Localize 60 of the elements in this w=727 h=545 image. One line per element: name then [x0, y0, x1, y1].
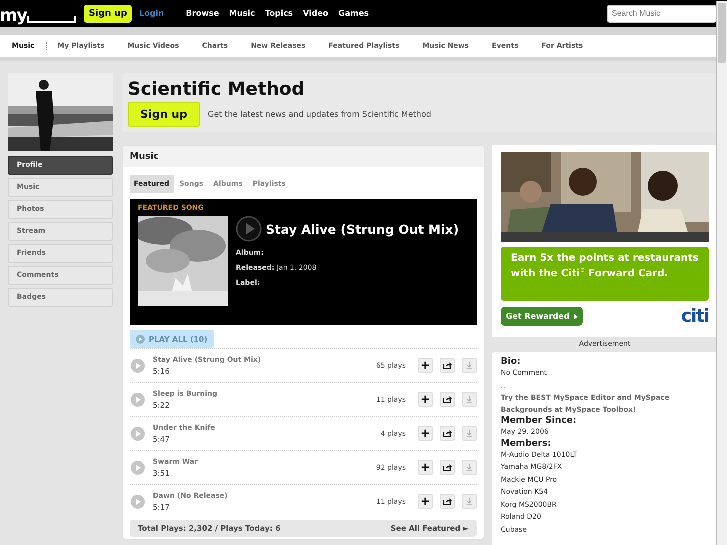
- logo[interactable]: my: [0, 2, 76, 24]
- share-icon: [443, 395, 452, 404]
- share-icon: [443, 361, 452, 370]
- share-button[interactable]: [440, 426, 455, 441]
- add-button[interactable]: [418, 460, 433, 475]
- download-icon: [465, 497, 474, 506]
- add-button[interactable]: [418, 494, 433, 509]
- download-button[interactable]: [462, 392, 477, 407]
- artist-name: Scientific Method: [128, 79, 306, 101]
- ad-headline: Earn 5x the points at restaurants with the Citi$^{®}$ Forward Card.: [501, 247, 709, 301]
- add-button[interactable]: [418, 426, 433, 441]
- play-icon[interactable]: [131, 494, 145, 508]
- play-icon[interactable]: [236, 216, 262, 242]
- plus-icon: [421, 429, 430, 438]
- signup-button[interactable]: Sign up: [128, 102, 200, 127]
- share-button[interactable]: [440, 460, 455, 475]
- bio-heading: Bio:: [501, 357, 522, 367]
- download-icon: [465, 395, 474, 404]
- share-icon: [443, 463, 452, 472]
- play-icon[interactable]: [131, 358, 145, 372]
- share-button[interactable]: [440, 392, 455, 407]
- plus-icon: [421, 463, 430, 472]
- plus-icon: [421, 497, 430, 506]
- download-button[interactable]: [462, 358, 477, 373]
- download-icon: [465, 361, 474, 370]
- plus-icon: [421, 395, 430, 404]
- download-icon: [465, 463, 474, 472]
- plus-icon: [421, 361, 430, 370]
- bio-heading: Member Since:: [501, 416, 578, 426]
- play-icon[interactable]: [131, 426, 145, 440]
- get-rewarded-button[interactable]: Get Rewarded: [501, 307, 583, 326]
- nav-link[interactable]: Music: [229, 9, 256, 18]
- download-button[interactable]: [462, 460, 477, 475]
- brand-logo: citi: [681, 306, 709, 327]
- panel-title: Music: [123, 146, 484, 167]
- search-field[interactable]: Search Music: [607, 4, 717, 22]
- login-link[interactable]: Login: [139, 9, 164, 18]
- share-icon: [443, 497, 452, 506]
- add-button[interactable]: [418, 358, 433, 373]
- signup-button[interactable]: Sign up: [84, 4, 132, 22]
- tagline: Get the latest news and updates from Scientific Method: [208, 110, 432, 119]
- nav-link[interactable]: Games: [338, 9, 370, 18]
- nav-link[interactable]: Video: [303, 9, 329, 18]
- share-button[interactable]: [440, 358, 455, 373]
- play-icon: [136, 334, 145, 344]
- nav-link[interactable]: Topics: [265, 9, 294, 18]
- nav-link[interactable]: Browse: [186, 9, 220, 18]
- share-icon: [443, 429, 452, 438]
- share-button[interactable]: [440, 494, 455, 509]
- play-icon[interactable]: [131, 392, 145, 406]
- download-icon: [465, 429, 474, 438]
- play-icon[interactable]: [131, 460, 145, 474]
- download-button[interactable]: [462, 426, 477, 441]
- song-title: Stay Alive (Strung Out Mix): [266, 222, 460, 236]
- bio-heading: Members:: [501, 438, 552, 448]
- scrollbar[interactable]: [716, 1, 727, 545]
- download-button[interactable]: [462, 494, 477, 509]
- arrow-icon: [574, 314, 578, 320]
- advertisement-banner[interactable]: Earn 5x the points at restaurants with the Citi$^{®}$ Forward Card. Get Rewarded citi: [492, 145, 718, 337]
- add-button[interactable]: [418, 392, 433, 407]
